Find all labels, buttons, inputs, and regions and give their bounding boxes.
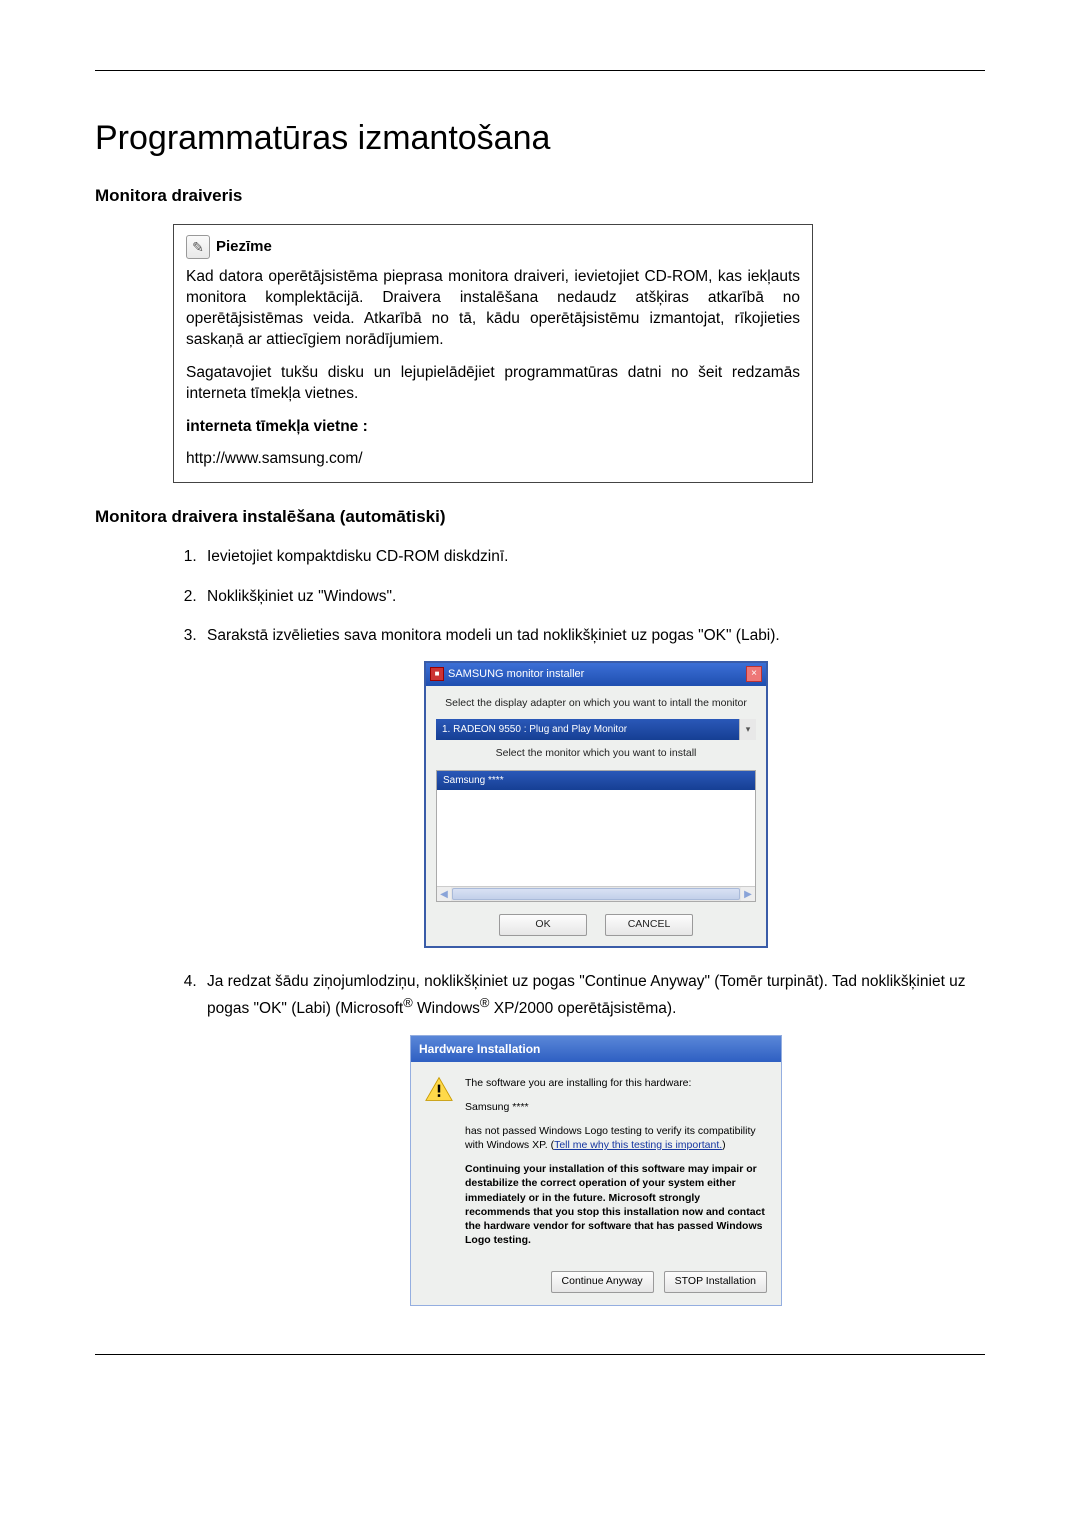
scroll-right-icon[interactable]: ▶: [741, 887, 755, 901]
adapter-dropdown[interactable]: 1. RADEON 9550 : Plug and Play Monitor ▾: [436, 719, 756, 740]
installer-instruction-monitor: Select the monitor which you want to ins…: [436, 746, 756, 762]
note-label: Piezīme: [216, 237, 272, 257]
hw-text-warning: Continuing your installation of this sof…: [465, 1162, 767, 1247]
section-heading-auto-install: Monitora draivera instalēšana (automātis…: [95, 507, 985, 527]
steps-list: Ievietojiet kompaktdisku CD-ROM diskdzin…: [173, 545, 985, 1306]
hw-text-logo-b: ): [722, 1139, 726, 1151]
scroll-thumb[interactable]: [452, 888, 740, 900]
close-icon[interactable]: ×: [746, 666, 762, 682]
step-4-text-c: XP/2000 operētājsistēma).: [489, 1000, 676, 1017]
adapter-dropdown-value: 1. RADEON 9550 : Plug and Play Monitor: [436, 719, 739, 740]
horizontal-scrollbar[interactable]: ◀ ▶: [437, 886, 755, 901]
installer-dialog: ■ SAMSUNG monitor installer × Select the…: [424, 661, 768, 948]
bottom-divider: [95, 1354, 985, 1355]
logo-testing-link[interactable]: Tell me why this testing is important.: [554, 1139, 722, 1151]
note-paragraph-2: Sagatavojiet tukšu disku un lejupielādēj…: [186, 363, 800, 405]
top-divider: [95, 70, 985, 71]
step-4: Ja redzat šādu ziņojumlodziņu, noklikšķi…: [201, 970, 985, 1306]
note-site-label: interneta tīmekļa vietne :: [186, 417, 800, 438]
installer-app-icon: ■: [430, 667, 444, 681]
section-heading-monitor-driver: Monitora draiveris: [95, 186, 985, 206]
page-title: Programmatūras izmantošana: [95, 119, 985, 158]
hardware-install-dialog: Hardware Installation The software you a…: [410, 1035, 782, 1306]
stop-installation-button[interactable]: STOP Installation: [664, 1271, 767, 1293]
installer-instruction-adapter: Select the display adapter on which you …: [436, 696, 756, 712]
continue-anyway-button[interactable]: Continue Anyway: [551, 1271, 654, 1293]
registered-mark-2: ®: [480, 995, 490, 1010]
installer-title-text: SAMSUNG monitor installer: [448, 666, 584, 683]
scroll-left-icon[interactable]: ◀: [437, 887, 451, 901]
ok-button[interactable]: OK: [499, 914, 587, 936]
step-4-text-b: Windows: [413, 1000, 480, 1017]
step-3: Sarakstā izvēlieties sava monitora model…: [201, 624, 985, 948]
monitor-list-selected[interactable]: Samsung ****: [437, 771, 755, 790]
step-2: Noklikšķiniet uz "Windows".: [201, 585, 985, 608]
registered-mark-1: ®: [403, 995, 413, 1010]
hardware-install-title: Hardware Installation: [411, 1036, 781, 1062]
step-3-text: Sarakstā izvēlieties sava monitora model…: [207, 627, 780, 644]
hw-text-logo: has not passed Windows Logo testing to v…: [465, 1124, 767, 1152]
samsung-url-link[interactable]: http://www.samsung.com/: [186, 450, 363, 467]
hw-text-intro: The software you are installing for this…: [465, 1076, 767, 1090]
step-1: Ievietojiet kompaktdisku CD-ROM diskdzin…: [201, 545, 985, 568]
monitor-listbox[interactable]: Samsung **** ◀ ▶: [436, 770, 756, 902]
cancel-button[interactable]: CANCEL: [605, 914, 693, 936]
hw-device-name: Samsung ****: [465, 1100, 767, 1114]
note-box: ✎ Piezīme Kad datora operētājsistēma pie…: [173, 224, 813, 483]
warning-icon: [425, 1076, 453, 1102]
note-icon: ✎: [186, 235, 210, 259]
installer-titlebar: ■ SAMSUNG monitor installer ×: [426, 663, 766, 686]
chevron-down-icon[interactable]: ▾: [739, 719, 756, 740]
note-paragraph-1: Kad datora operētājsistēma pieprasa moni…: [186, 267, 800, 351]
